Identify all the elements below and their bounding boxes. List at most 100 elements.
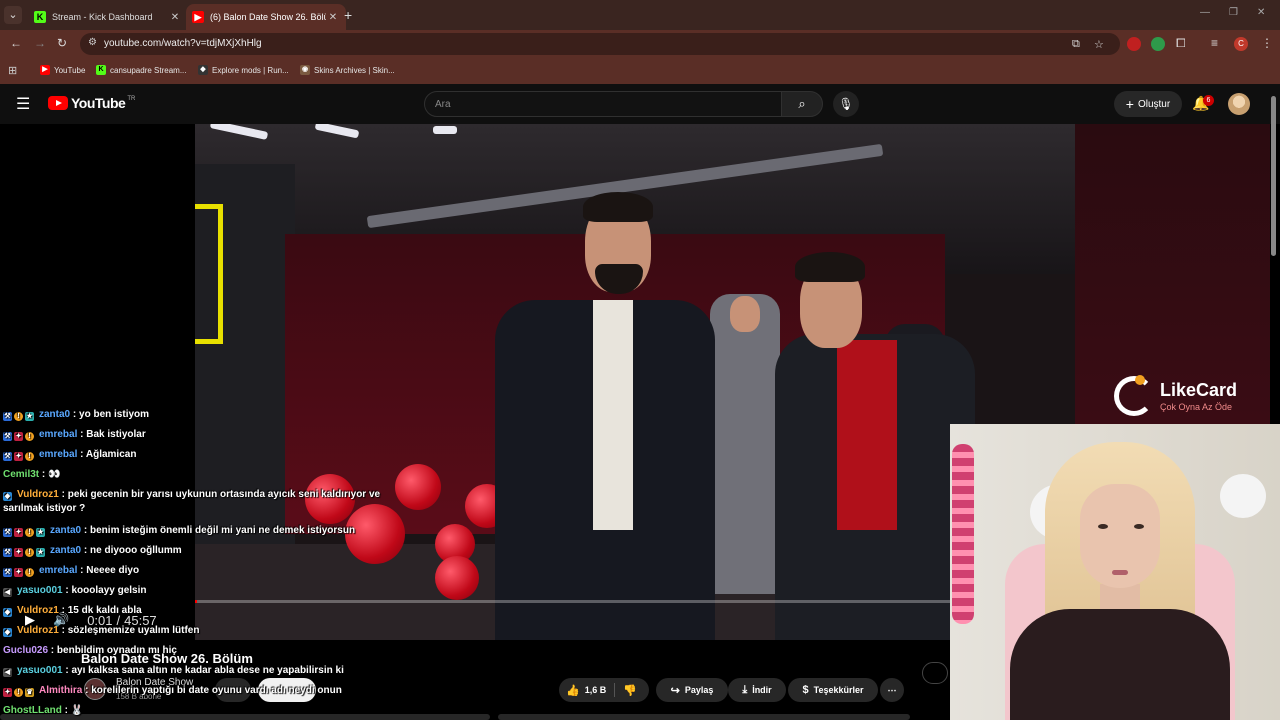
background-person-head	[730, 296, 760, 332]
search-button[interactable]: ⌕	[781, 91, 823, 117]
chat-username[interactable]: emrebal	[39, 565, 77, 576]
share-label: Paylaş	[684, 685, 714, 695]
ceiling-light	[433, 126, 457, 134]
badge-icon: ♛	[25, 688, 34, 697]
address-bar[interactable]: ⚙ youtube.com/watch?v=tdjMXjXhHlg ⧉ ☆	[80, 33, 1120, 55]
site-info-icon[interactable]: ⚙	[88, 37, 97, 48]
tab-youtube-video[interactable]: ▶ (6) Balon Date Show 26. Bölüm ✕	[186, 4, 346, 30]
like-icon[interactable]: 👍	[566, 684, 580, 697]
close-window-icon[interactable]: ✕	[1257, 7, 1265, 18]
side-chip[interactable]	[922, 662, 948, 684]
apps-grid-icon[interactable]: ⊞	[8, 64, 17, 77]
youtube-logo[interactable]: YouTube TR	[48, 95, 135, 111]
minimize-icon[interactable]: —	[1200, 7, 1210, 18]
logo-text: YouTube	[71, 95, 126, 111]
badge-icon: ★	[36, 528, 45, 537]
badge-icon: !	[14, 688, 23, 697]
profile-icon[interactable]: C	[1234, 37, 1248, 51]
badge-icon: ⚒	[3, 432, 12, 441]
like-count[interactable]: 1,6 B	[585, 685, 607, 695]
more-actions-button[interactable]: ⋯	[880, 678, 904, 702]
tab-title: Stream - Kick Dashboard	[52, 12, 153, 22]
extension-icon[interactable]	[1151, 37, 1165, 51]
extension-icon[interactable]	[1127, 37, 1141, 51]
chat-username[interactable]: yasuo001	[17, 585, 63, 596]
bookmark-youtube[interactable]: ▶ YouTube	[40, 65, 85, 75]
chat-text: Bak istiyolar	[86, 429, 146, 440]
install-app-icon[interactable]: ⧉	[1072, 38, 1080, 51]
share-button[interactable]: ↪ Paylaş	[656, 678, 728, 702]
tab-search-chevron-icon[interactable]: ⌄	[4, 6, 22, 24]
streamer-body	[1010, 609, 1230, 720]
new-tab-button[interactable]: +	[344, 7, 352, 23]
chat-badges: ⚒ ✦!	[3, 449, 36, 462]
host-left-hair	[583, 192, 653, 222]
chat-text: Neeee diyo	[86, 565, 140, 576]
bookmark-label: Skins Archives | Skin...	[314, 65, 395, 75]
bookmark-star-icon[interactable]: ☆	[1094, 38, 1104, 51]
tab-close-icon[interactable]: ✕	[326, 12, 340, 23]
chat-username[interactable]: Vuldroz1	[17, 625, 59, 636]
restore-icon[interactable]: ❐	[1229, 7, 1238, 18]
chat-username[interactable]: Vuldroz1	[17, 605, 59, 616]
badge-icon: ✦	[14, 528, 23, 537]
chat-text: sözleşmemize uyalım lütfen	[67, 625, 200, 636]
tab-kick-dashboard[interactable]: K Stream - Kick Dashboard ✕	[28, 4, 188, 30]
create-label: Oluştur	[1137, 98, 1171, 110]
account-avatar[interactable]	[1228, 93, 1250, 115]
thanks-icon: $	[802, 684, 809, 696]
download-button[interactable]: ⤓ İndir	[728, 678, 786, 702]
page-scrollbar-thumb[interactable]	[1271, 96, 1276, 256]
chat-username[interactable]: zanta0	[50, 545, 81, 556]
browser-menu-icon[interactable]: ⋮	[1261, 36, 1273, 50]
chat-username[interactable]: emrebal	[39, 429, 77, 440]
chat-username[interactable]: zanta0	[50, 525, 81, 536]
neon-sign	[195, 204, 223, 344]
search-input[interactable]: Ara	[424, 91, 782, 117]
chat-username[interactable]: Vuldroz1	[17, 489, 59, 500]
chat-username[interactable]: Almithira	[39, 685, 82, 696]
chat-text: benim isteğim önemli değil mi yani ne de…	[90, 525, 356, 536]
chat-username[interactable]: Cemil3t	[3, 469, 39, 480]
chat-emote-icon: 👀	[48, 469, 61, 480]
tab-close-icon[interactable]: ✕	[168, 12, 182, 23]
thanks-button[interactable]: $ Teşekkürler	[788, 678, 878, 702]
reading-list-icon[interactable]: ≡	[1211, 36, 1218, 50]
dislike-icon[interactable]: 👎	[623, 684, 637, 697]
create-button[interactable]: + Oluştur	[1114, 91, 1182, 117]
chat-username[interactable]: GhostLLand	[3, 705, 62, 716]
chat-message: ◀ yasuo001 : ayı kalksa sana altın ne kad…	[3, 665, 344, 677]
back-icon[interactable]: ←	[10, 36, 22, 50]
extensions-puzzle-icon[interactable]: ⧠	[1176, 36, 1186, 51]
chat-username[interactable]: yasuo001	[17, 665, 63, 676]
youtube-play-icon	[48, 96, 68, 110]
chat-username[interactable]: Guclu026	[3, 645, 48, 656]
chat-text: 15 dk kaldı abla	[67, 605, 142, 616]
chat-badges: ◀	[3, 585, 14, 598]
browser-tab-strip: ⌄ K Stream - Kick Dashboard ✕ ▶ (6) Balo…	[0, 0, 1280, 30]
badge-icon: !	[14, 412, 23, 421]
menu-icon[interactable]: ☰	[16, 94, 30, 114]
badge-icon: ✦	[14, 452, 23, 461]
notification-badge: 6	[1203, 95, 1214, 106]
bookmark-skins[interactable]: ◉ Skins Archives | Skin...	[300, 65, 395, 75]
streamer-eye	[1134, 524, 1144, 529]
youtube-icon: ▶	[192, 11, 204, 23]
webcam-overlay	[950, 424, 1280, 720]
voice-search-button[interactable]: 🎙	[833, 91, 859, 117]
forward-icon[interactable]: →	[34, 36, 46, 50]
chat-username[interactable]: zanta0	[39, 409, 70, 420]
chat-message: Cemil3t : 👀	[3, 469, 61, 480]
chat-message: ⚒ ✦! ★ zanta0 : ne diyooo oğllumm	[3, 545, 182, 557]
badge-icon: ◀	[3, 588, 12, 597]
reload-icon[interactable]: ↻	[57, 36, 67, 50]
chat-message: ⚒ ✦! ★ zanta0 : benim isteğim önemli değil …	[3, 525, 356, 537]
kick-icon: K	[96, 65, 106, 75]
bookmark-kick[interactable]: K cansupadre Stream...	[96, 65, 186, 75]
chat-message: ⚒ ✦! emrebal : Bak istiyolar	[3, 429, 146, 441]
bookmark-mods[interactable]: ◆ Explore mods | Run...	[198, 65, 289, 75]
url-text[interactable]: youtube.com/watch?v=tdjMXjXhHlg	[104, 38, 262, 49]
chat-message: ◆ Vuldroz1 : peki gecenin bir yarısı uyku…	[3, 489, 381, 514]
host-right-hair	[795, 252, 865, 282]
chat-username[interactable]: emrebal	[39, 449, 77, 460]
